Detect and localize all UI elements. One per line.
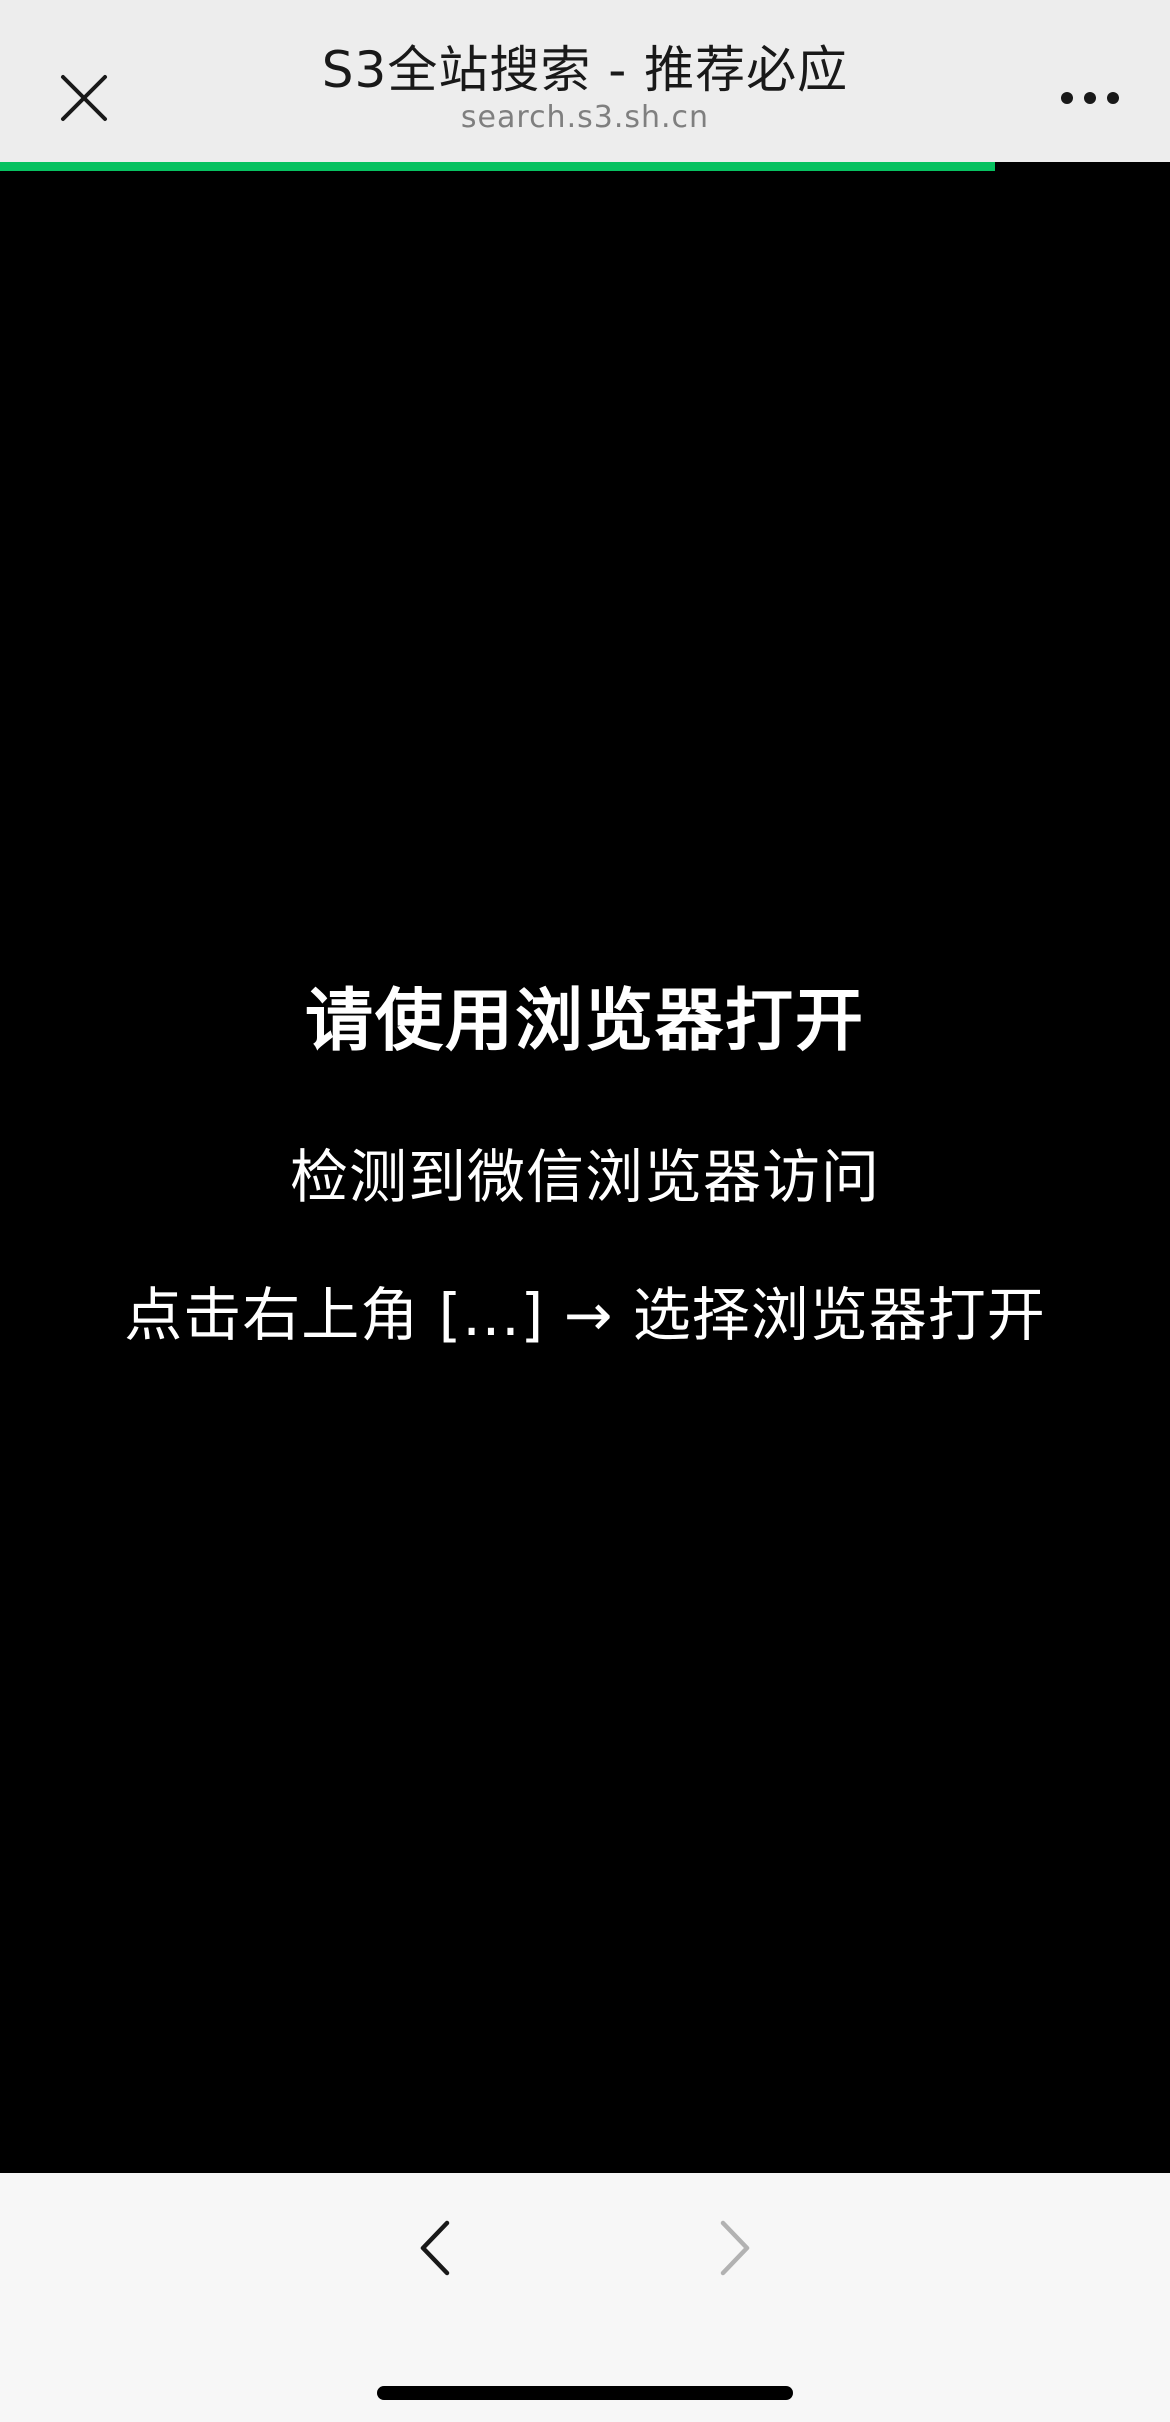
chevron-left-icon: [420, 2220, 450, 2276]
bottom-toolbar: [0, 2173, 1170, 2422]
close-icon: [61, 75, 107, 121]
loading-progress-bar: [0, 162, 1170, 171]
chevron-right-icon: [720, 2220, 750, 2276]
top-navigation-bar: S3全站搜索 - 推荐必应 search.s3.sh.cn: [0, 0, 1170, 162]
home-indicator[interactable]: [377, 2386, 793, 2400]
close-button[interactable]: [48, 62, 120, 134]
page-url: search.s3.sh.cn: [460, 100, 710, 135]
forward-button[interactable]: [700, 2213, 770, 2283]
open-in-browser-heading: 请使用浏览器打开: [304, 982, 865, 1061]
page-title: S3全站搜索 - 推荐必应: [321, 41, 849, 99]
web-content: 请使用浏览器打开 检测到微信浏览器访问 点击右上角 [...] → 选择浏览器打…: [0, 171, 1170, 2173]
loading-progress-fill: [0, 162, 995, 171]
detected-wechat-message: 检测到微信浏览器访问: [289, 1143, 880, 1211]
back-button[interactable]: [400, 2213, 470, 2283]
more-icon: [1061, 92, 1119, 104]
more-button[interactable]: [1050, 66, 1130, 130]
title-block: S3全站搜索 - 推荐必应 search.s3.sh.cn: [200, 40, 970, 136]
instruction-message: 点击右上角 [...] → 选择浏览器打开: [124, 1281, 1046, 1349]
